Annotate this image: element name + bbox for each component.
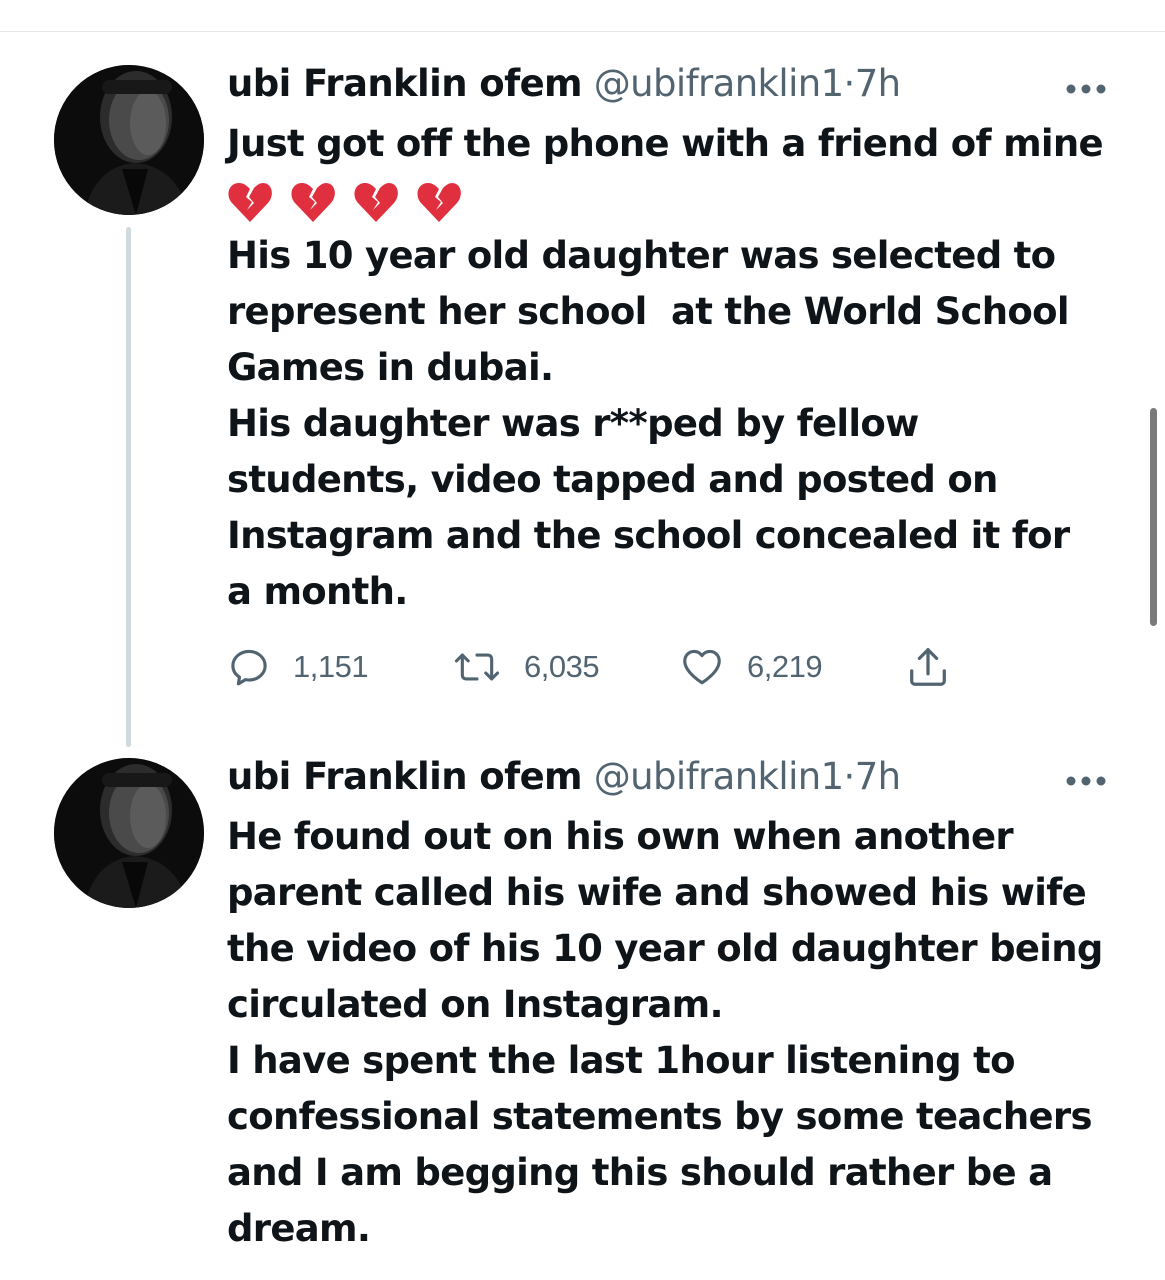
reply-count: 1,151 [293, 649, 369, 684]
display-name[interactable]: ubi Franklin ofem [227, 755, 583, 798]
tweet-actions: 1,151 6,035 6,219 [227, 640, 987, 694]
avatar[interactable] [54, 65, 204, 215]
timestamp[interactable]: 7h [855, 755, 901, 798]
tweet-header: ubi Franklin ofem @ubifranklin1·7h [227, 59, 901, 109]
more-horizontal-icon[interactable] [1065, 772, 1107, 786]
tweet-header: ubi Franklin ofem @ubifranklin1·7h [227, 752, 901, 802]
share-upload-icon [910, 648, 946, 686]
text-line: a month. [227, 570, 408, 613]
display-name[interactable]: ubi Franklin ofem [227, 62, 583, 105]
broken-heart-emoji [417, 182, 461, 222]
text-line: confessional statements by some teachers [227, 1095, 1092, 1138]
tweet-text: He found out on his own when another par… [227, 809, 1127, 1257]
text-line: circulated on Instagram. [227, 983, 724, 1026]
like-count: 6,219 [747, 649, 823, 684]
broken-heart-emoji [291, 182, 335, 222]
text-line: students, video tapped and posted on [227, 458, 998, 501]
retweet-icon [454, 653, 500, 681]
text-line: His daughter was r**ped by fellow [227, 402, 919, 445]
text-line: I have spent the last 1hour listening to [227, 1039, 1015, 1082]
text-line: dream. [227, 1207, 371, 1250]
text-line: represent her school at the World School [227, 290, 1070, 333]
user-handle[interactable]: @ubifranklin1 [594, 755, 844, 798]
tweet-1[interactable]: ubi Franklin ofem @ubifranklin1·7h Just … [0, 0, 1165, 760]
retweet-count: 6,035 [524, 649, 600, 684]
tweet-2[interactable]: ubi Franklin ofem @ubifranklin1·7h He fo… [0, 755, 1165, 1280]
text-line: He found out on his own when another [227, 815, 1014, 858]
heart-icon [683, 649, 721, 685]
more-horizontal-icon[interactable] [1065, 80, 1107, 94]
tweet-text: Just got off the phone with a friend of … [227, 116, 1127, 620]
text-line: His 10 year old daughter was selected to [227, 234, 1056, 277]
reply-bubble-icon [231, 649, 267, 686]
user-handle[interactable]: @ubifranklin1 [594, 62, 844, 105]
text-line: Just got off the phone with a friend of … [227, 122, 1104, 165]
broken-heart-emoji-group [227, 178, 479, 222]
share-button[interactable] [905, 640, 951, 694]
text-line: Games in dubai. [227, 346, 554, 389]
separator-dot: · [843, 755, 856, 798]
text-line: Instagram and the school concealed it fo… [227, 514, 1070, 557]
text-line: the video of his 10 year old daughter be… [227, 927, 1103, 970]
reply-button[interactable]: 1,151 [227, 640, 369, 694]
like-button[interactable]: 6,219 [679, 640, 823, 694]
scrollbar-thumb[interactable] [1150, 408, 1157, 626]
avatar[interactable] [54, 758, 204, 908]
broken-heart-emoji [354, 182, 398, 222]
emoji-row [227, 172, 1127, 228]
broken-heart-emoji [228, 182, 272, 222]
retweet-button[interactable]: 6,035 [452, 640, 600, 694]
separator-dot: · [843, 62, 856, 105]
thread-connector-line [126, 227, 131, 747]
text-line: parent called his wife and showed his wi… [227, 871, 1087, 914]
timestamp[interactable]: 7h [855, 62, 901, 105]
text-line: and I am begging this should rather be a [227, 1151, 1053, 1194]
